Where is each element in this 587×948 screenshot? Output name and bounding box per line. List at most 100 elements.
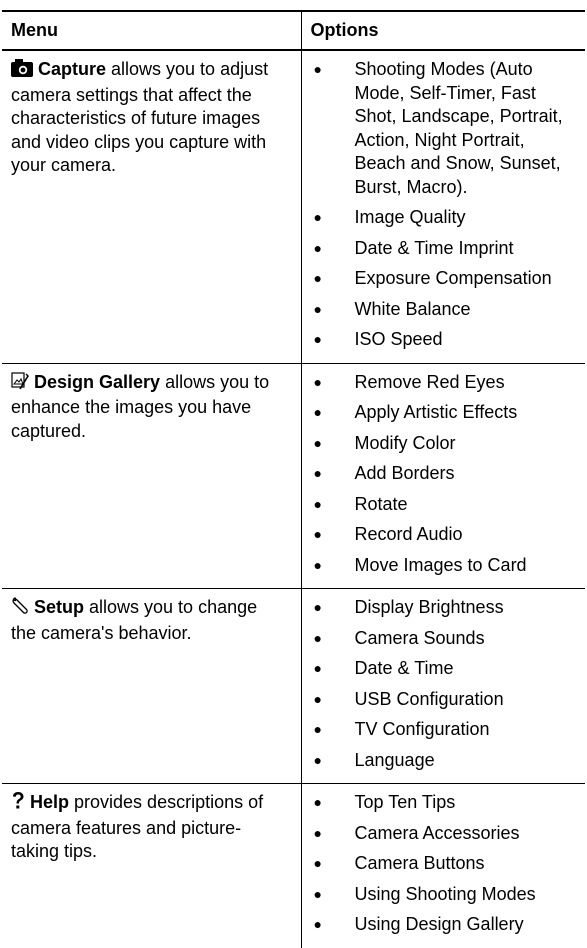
- option-label: Top Ten Tips: [354, 792, 456, 812]
- bullet-icon: ●: [313, 824, 322, 841]
- menu-options-table: Menu Options Capture allows you to adjus…: [2, 10, 585, 948]
- option-label: USB Configuration: [354, 688, 504, 709]
- list-item: ● Using Shooting Modes: [311, 883, 577, 907]
- list-item: ● Camera Accessories: [311, 822, 577, 846]
- menu-description: Setup allows you to change the camera's …: [11, 596, 292, 645]
- options-list: ● Shooting Modes (Auto Mode, Self-Timer, …: [311, 58, 577, 352]
- options-list: ● Display Brightness ● Camera Sounds ● Date…: [311, 596, 577, 772]
- menu-cell: Capture allows you to adjust camera sett…: [2, 50, 301, 364]
- option-label: Remove Red Eyes: [354, 371, 505, 392]
- options-list: ● Top Ten Tips ● Camera Accessories ● Camer…: [311, 791, 577, 937]
- option-label: Camera Sounds: [354, 627, 485, 648]
- list-item: ● Modify Color: [311, 432, 577, 456]
- list-item: ● Camera Sounds: [311, 627, 577, 651]
- list-item: ● Record Audio: [311, 523, 577, 547]
- menu-title: Design Gallery: [34, 371, 161, 392]
- option-label: Using Shooting Modes: [354, 883, 536, 904]
- bullet-icon: ●: [313, 373, 322, 390]
- bullet-icon: ●: [313, 526, 322, 542]
- options-cell: ● Remove Red Eyes ● Apply Artistic Effects…: [300, 363, 585, 589]
- bullet-icon: ●: [313, 270, 322, 286]
- list-item: ● Shooting Modes (Auto Mode, Self-Timer, …: [311, 58, 577, 199]
- list-item: ● Using Design Gallery: [311, 913, 577, 937]
- list-item: ● Date & Time Imprint: [311, 237, 577, 261]
- table-header-row: Menu Options: [2, 10, 585, 51]
- menu-description: Design Gallery allows you to enhance the…: [11, 371, 292, 444]
- list-item: ● Remove Red Eyes: [311, 371, 577, 395]
- bullet-icon: ●: [313, 239, 322, 256]
- bullet-icon: ●: [313, 434, 322, 451]
- option-label: Date & Time: [354, 658, 454, 678]
- option-label: TV Configuration: [354, 719, 490, 739]
- list-item: ● White Balance: [311, 298, 577, 322]
- menu-title: Capture: [38, 59, 107, 79]
- bullet-icon: ●: [313, 885, 322, 902]
- menu-column-header: Menu: [2, 10, 301, 51]
- design-gallery-icon: [11, 371, 29, 397]
- bullet-icon: ●: [313, 465, 322, 481]
- options-cell: ● Shooting Modes (Auto Mode, Self-Timer, …: [300, 50, 585, 364]
- list-item: ● Camera Buttons: [311, 852, 577, 876]
- option-label: Shooting Modes (Auto Mode, Self-Timer, F…: [354, 59, 563, 197]
- option-label: Using Design Gallery: [354, 914, 524, 934]
- menu-description: Help provides descriptions of camera fea…: [11, 791, 292, 864]
- camera-icon: [11, 59, 33, 84]
- menu-cell: Setup allows you to change the camera's …: [2, 588, 301, 784]
- bullet-icon: ●: [313, 629, 322, 646]
- option-label: Display Brightness: [354, 597, 504, 617]
- option-label: Rotate: [354, 493, 408, 514]
- list-item: ● Display Brightness: [311, 596, 577, 620]
- bullet-icon: ●: [313, 855, 322, 871]
- options-cell: ● Top Ten Tips ● Camera Accessories ● Camer…: [300, 783, 585, 948]
- table-row-design-gallery: Design Gallery allows you to enhance the…: [2, 363, 585, 589]
- bullet-icon: ●: [313, 599, 322, 615]
- bullet-icon: ●: [313, 61, 322, 77]
- list-item: ● Apply Artistic Effects: [311, 401, 577, 425]
- list-item: ● Date & Time: [311, 657, 577, 681]
- option-label: White Balance: [354, 298, 471, 319]
- option-label: ISO Speed: [354, 329, 443, 349]
- options-list: ● Remove Red Eyes ● Apply Artistic Effects…: [311, 371, 577, 578]
- option-label: Move Images to Card: [354, 554, 527, 575]
- list-item: ● TV Configuration: [311, 718, 577, 742]
- bullet-icon: ●: [313, 794, 322, 810]
- bullet-icon: ●: [313, 495, 322, 512]
- wrench-icon: [11, 597, 29, 622]
- bullet-icon: ●: [313, 916, 322, 932]
- option-label: Camera Buttons: [354, 853, 485, 873]
- menu-cell: Help provides descriptions of camera fea…: [2, 784, 301, 948]
- bullet-icon: ●: [313, 209, 322, 225]
- option-label: Date & Time Imprint: [354, 237, 514, 258]
- option-label: Record Audio: [354, 524, 463, 544]
- help-icon: [11, 791, 25, 817]
- bullet-icon: ●: [313, 404, 322, 420]
- options-cell: ● Display Brightness ● Camera Sounds ● Date…: [300, 588, 585, 784]
- list-item: ● Top Ten Tips: [311, 791, 577, 815]
- option-label: Language: [354, 749, 435, 770]
- list-item: ● Move Images to Card: [311, 554, 577, 578]
- bullet-icon: ●: [313, 556, 322, 573]
- bullet-icon: ●: [313, 300, 322, 317]
- list-item: ● Image Quality: [311, 206, 577, 230]
- list-item: ● Rotate: [311, 493, 577, 517]
- bullet-icon: ●: [313, 660, 322, 676]
- table-row-help: Help provides descriptions of camera fea…: [2, 783, 585, 948]
- option-label: Image Quality: [354, 207, 466, 227]
- menu-title: Setup: [34, 597, 85, 617]
- menu-title: Help: [30, 792, 70, 812]
- table-row-capture: Capture allows you to adjust camera sett…: [2, 50, 585, 364]
- table-row-setup: Setup allows you to change the camera's …: [2, 588, 585, 784]
- option-label: Exposure Compensation: [354, 268, 552, 288]
- list-item: ● USB Configuration: [311, 688, 577, 712]
- menu-description: Capture allows you to adjust camera sett…: [11, 58, 292, 178]
- bullet-icon: ●: [313, 690, 322, 707]
- option-label: Apply Artistic Effects: [354, 402, 518, 422]
- bullet-icon: ●: [313, 721, 322, 737]
- menu-cell: Design Gallery allows you to enhance the…: [2, 363, 301, 589]
- list-item: ● ISO Speed: [311, 328, 577, 352]
- bullet-icon: ●: [313, 751, 322, 768]
- option-label: Modify Color: [354, 432, 456, 453]
- bullet-icon: ●: [313, 331, 322, 347]
- list-item: ● Exposure Compensation: [311, 267, 577, 291]
- list-item: ● Add Borders: [311, 462, 577, 486]
